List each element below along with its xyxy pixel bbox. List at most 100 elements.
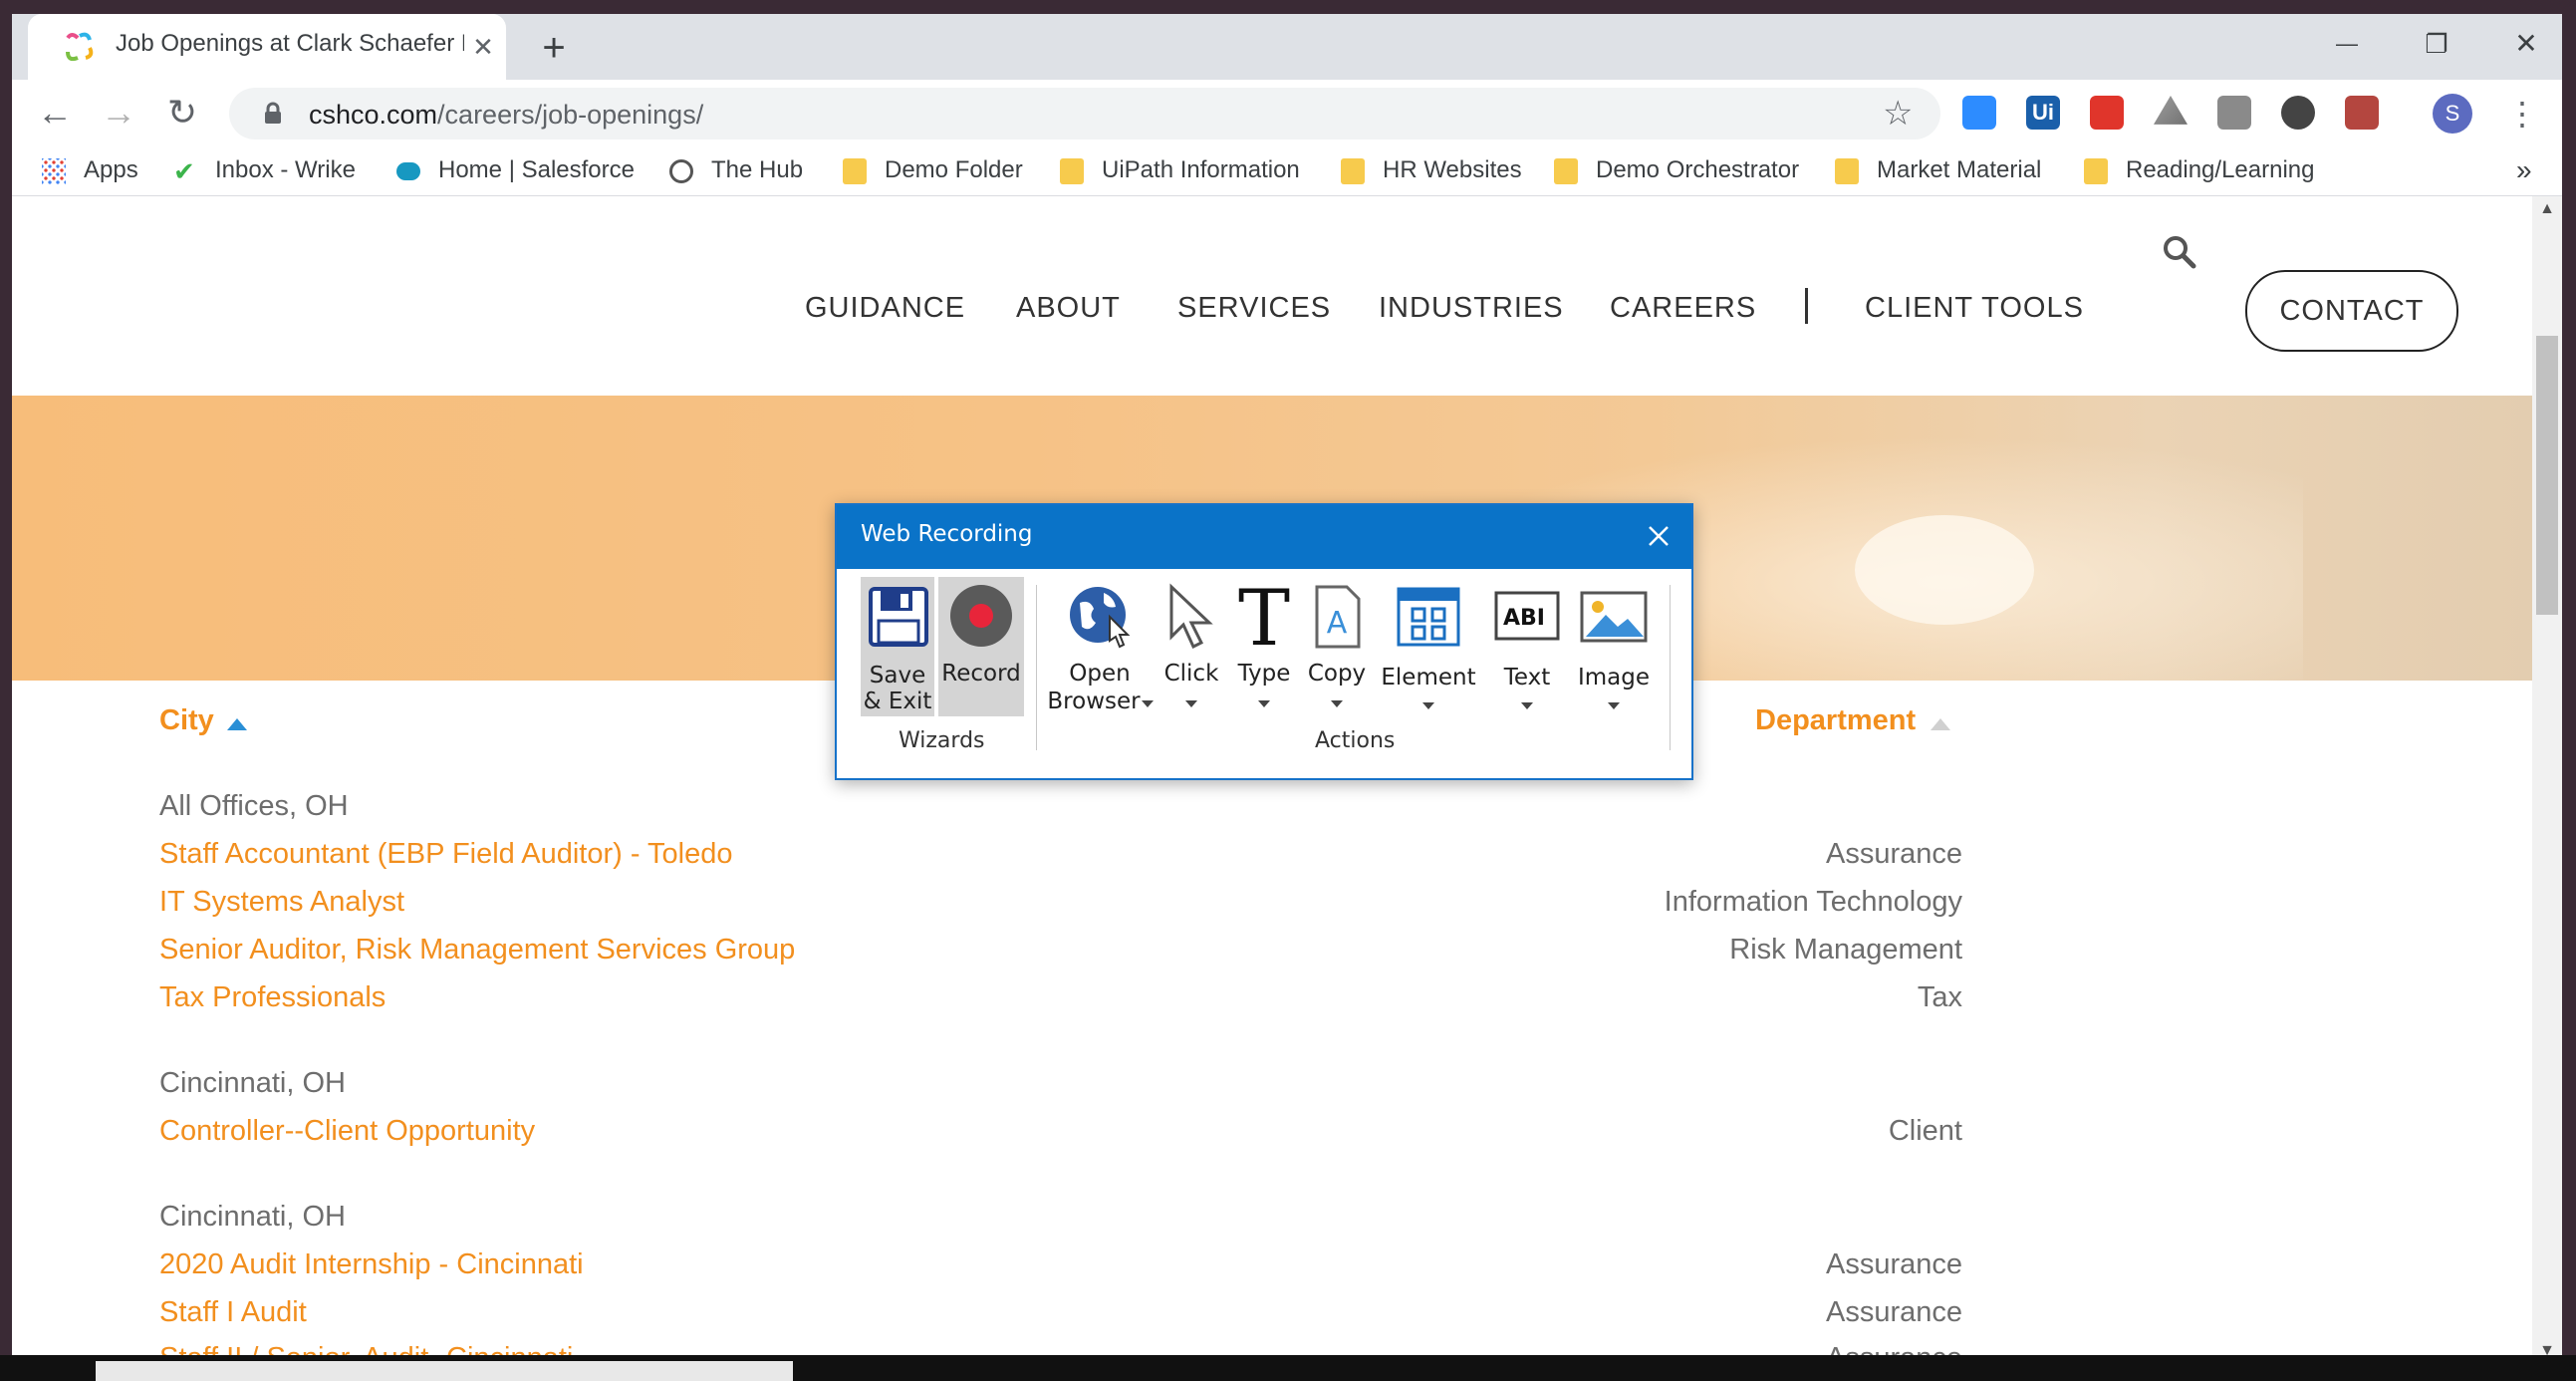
reload-button[interactable]: ↻ bbox=[159, 90, 205, 136]
folder-icon bbox=[1060, 157, 1084, 184]
bookmark-uipath-information[interactable]: UiPath Information bbox=[1060, 153, 1300, 187]
job-link[interactable]: IT Systems Analyst bbox=[159, 886, 404, 919]
bookmark-demo-orchestrator[interactable]: Demo Orchestrator bbox=[1554, 153, 1799, 187]
scroll-up-arrow-icon[interactable]: ▲ bbox=[2538, 200, 2556, 218]
bookmark-demo-folder[interactable]: Demo Folder bbox=[843, 153, 1023, 187]
close-window-button[interactable]: ✕ bbox=[2496, 24, 2556, 64]
minimize-button[interactable]: — bbox=[2317, 24, 2377, 64]
wizards-group-label: Wizards bbox=[899, 728, 985, 753]
bookmarks-overflow-button[interactable]: » bbox=[2516, 153, 2532, 187]
folder-icon bbox=[1835, 157, 1859, 184]
browser-menu-icon[interactable]: ⋮ bbox=[2502, 92, 2542, 136]
tab-strip: Job Openings at Clark Schaefer H ✕ + — ❐… bbox=[12, 14, 2562, 80]
copy-button[interactable]: A Copy bbox=[1305, 577, 1369, 716]
page-scrollbar[interactable]: ▲ ▼ bbox=[2532, 196, 2562, 1369]
bookmark-salesforce[interactable]: Home | Salesforce bbox=[396, 153, 635, 187]
drive-icon[interactable] bbox=[2154, 96, 2188, 125]
nav-client-tools[interactable]: CLIENT TOOLS bbox=[1865, 292, 2084, 325]
bookmark-red-icon[interactable] bbox=[2090, 96, 2124, 130]
job-link[interactable]: Controller--Client Opportunity bbox=[159, 1115, 535, 1148]
web-page: GUIDANCE ABOUT SERVICES INDUSTRIES CAREE… bbox=[12, 196, 2532, 1369]
web-recording-dialog: Web Recording Save & Exit Record Wizards bbox=[835, 503, 1693, 780]
sort-icon[interactable] bbox=[1931, 718, 1950, 730]
folder-icon bbox=[1554, 157, 1578, 184]
hero-coffee-cup bbox=[1855, 515, 2034, 625]
svg-text:A: A bbox=[1327, 606, 1348, 641]
bookmark-label: Reading/Learning bbox=[2126, 156, 2315, 183]
image-button[interactable]: Image bbox=[1574, 577, 1654, 716]
nav-guidance[interactable]: GUIDANCE bbox=[805, 292, 965, 325]
reading-icon[interactable] bbox=[2217, 96, 2251, 130]
dialog-titlebar[interactable]: Web Recording bbox=[837, 505, 1691, 569]
bookmark-reading-learning[interactable]: Reading/Learning bbox=[2084, 153, 2314, 187]
click-button[interactable]: Click bbox=[1159, 577, 1223, 716]
job-department: Risk Management bbox=[1729, 934, 1962, 966]
job-department: Client bbox=[1888, 1115, 1962, 1147]
bookmark-the-hub[interactable]: The Hub bbox=[669, 153, 803, 187]
bookmark-market-material[interactable]: Market Material bbox=[1835, 153, 2041, 187]
nav-industries[interactable]: INDUSTRIES bbox=[1379, 292, 1564, 325]
uipath-icon[interactable]: Ui bbox=[2026, 96, 2060, 130]
type-button[interactable]: T Type bbox=[1231, 577, 1297, 716]
save-exit-button[interactable]: Save & Exit bbox=[861, 577, 934, 716]
bookmark-label: UiPath Information bbox=[1102, 156, 1300, 183]
open-browser-button[interactable]: Open Browser bbox=[1047, 577, 1154, 716]
open-label: Open bbox=[1069, 661, 1131, 687]
bookmark-wrike[interactable]: ✔ Inbox - Wrike bbox=[173, 153, 356, 187]
exit-label: & Exit bbox=[863, 689, 932, 714]
taskbar-item bbox=[96, 1361, 793, 1381]
tab-close-icon[interactable]: ✕ bbox=[466, 30, 500, 64]
search-icon[interactable] bbox=[2160, 232, 2199, 272]
new-tab-button[interactable]: + bbox=[534, 28, 574, 68]
nav-about[interactable]: ABOUT bbox=[1016, 292, 1121, 325]
element-window-icon bbox=[1397, 587, 1460, 647]
nav-careers[interactable]: CAREERS bbox=[1610, 292, 1756, 325]
record-label: Record bbox=[941, 661, 1021, 687]
pdf-icon[interactable] bbox=[2345, 96, 2379, 130]
job-link[interactable]: Senior Auditor, Risk Management Services… bbox=[159, 934, 795, 967]
contact-button[interactable]: CONTACT bbox=[2245, 270, 2458, 352]
save-label: Save bbox=[869, 663, 926, 689]
nav-services[interactable]: SERVICES bbox=[1177, 292, 1331, 325]
bookmark-label: Apps bbox=[84, 156, 138, 183]
address-bar[interactable]: cshco.com/careers/job-openings/ ☆ bbox=[229, 88, 1940, 139]
circle-icon[interactable] bbox=[2281, 96, 2315, 130]
bookmark-star-icon[interactable]: ☆ bbox=[1883, 96, 1913, 132]
back-button[interactable]: ← bbox=[32, 90, 78, 136]
dropdown-caret-icon bbox=[1331, 700, 1343, 707]
forward-button[interactable]: → bbox=[96, 90, 141, 136]
image-label: Image bbox=[1577, 665, 1651, 690]
text-abi-icon: ABI bbox=[1494, 591, 1560, 641]
dropdown-caret-icon bbox=[1142, 700, 1154, 707]
element-button[interactable]: Element bbox=[1379, 577, 1478, 716]
text-button[interactable]: ABI Text bbox=[1490, 577, 1564, 716]
profile-avatar[interactable]: S bbox=[2433, 94, 2472, 134]
scrollbar-thumb[interactable] bbox=[2536, 336, 2558, 615]
tab-title: Job Openings at Clark Schaefer H bbox=[116, 30, 464, 57]
bookmark-apps[interactable]: Apps bbox=[42, 153, 138, 187]
bookmark-hr-websites[interactable]: HR Websites bbox=[1341, 153, 1522, 187]
url-path: /careers/job-openings/ bbox=[437, 100, 704, 130]
record-button[interactable]: Record bbox=[938, 577, 1024, 716]
bookmark-label: The Hub bbox=[711, 156, 804, 183]
column-header-department[interactable]: Department bbox=[1755, 704, 1916, 737]
close-icon[interactable] bbox=[1642, 519, 1675, 553]
apps-grid-icon bbox=[42, 157, 66, 184]
job-department: Assurance bbox=[1825, 838, 1962, 870]
nav-divider bbox=[1805, 288, 1808, 324]
column-header-city[interactable]: City bbox=[159, 704, 214, 737]
job-link[interactable]: Staff Accountant (EBP Field Auditor) - T… bbox=[159, 838, 733, 871]
restore-button[interactable]: ❐ bbox=[2407, 24, 2466, 64]
job-link[interactable]: Tax Professionals bbox=[159, 981, 386, 1014]
city-heading: Cincinnati, OH bbox=[159, 1201, 346, 1233]
job-department: Assurance bbox=[1825, 1248, 1962, 1280]
svg-text:T: T bbox=[1238, 581, 1290, 651]
job-link[interactable]: Staff I Audit bbox=[159, 1296, 307, 1329]
sort-ascending-icon[interactable] bbox=[227, 718, 247, 730]
type-t-icon: T bbox=[1238, 581, 1290, 651]
job-link[interactable]: 2020 Audit Internship - Cincinnati bbox=[159, 1248, 584, 1281]
dropdown-caret-icon bbox=[1185, 700, 1197, 707]
zoom-icon[interactable] bbox=[1962, 96, 1996, 130]
record-icon bbox=[950, 585, 1012, 647]
tab-job-openings[interactable]: Job Openings at Clark Schaefer H ✕ bbox=[28, 14, 506, 80]
